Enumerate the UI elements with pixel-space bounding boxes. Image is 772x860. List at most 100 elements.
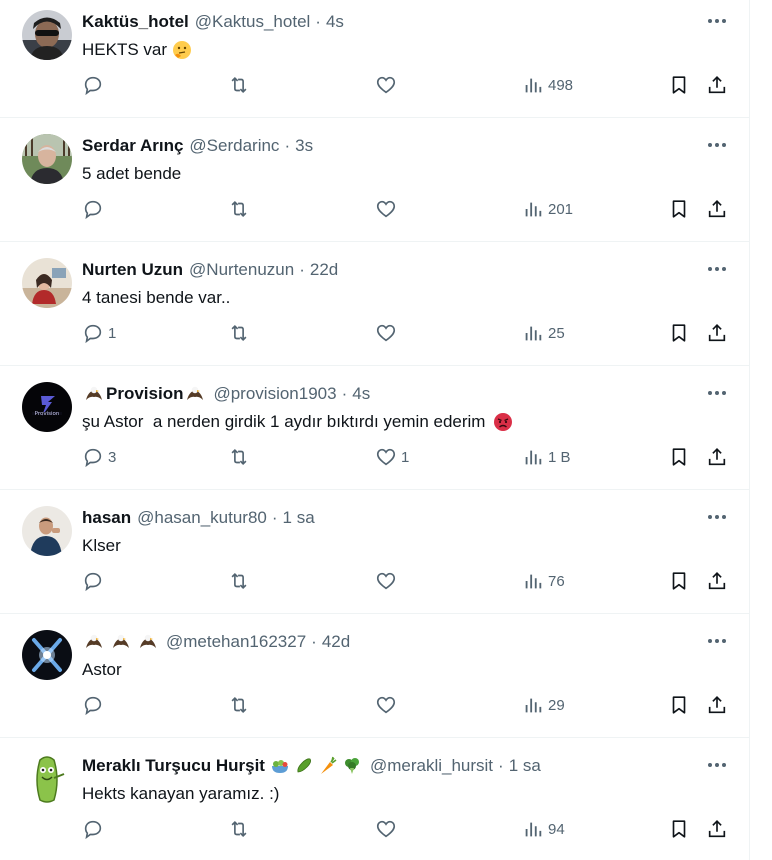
bookmark-icon — [672, 572, 686, 590]
views-icon — [525, 822, 542, 837]
share-button[interactable] — [706, 814, 728, 844]
display-name[interactable]: Meraklı Turşucu Hurşit — [82, 756, 265, 776]
user-handle[interactable]: @provision1903 — [213, 384, 336, 404]
share-button[interactable] — [706, 442, 728, 472]
share-button[interactable] — [706, 690, 728, 720]
bookmark-button[interactable] — [668, 690, 690, 720]
views-button[interactable]: 29 — [522, 690, 565, 720]
bookmark-button[interactable] — [668, 318, 690, 348]
share-button[interactable] — [706, 318, 728, 348]
retweet-button[interactable] — [228, 70, 254, 100]
tweet[interactable]: Nurten Uzun @Nurtenuzun · 22d 4 tanesi b… — [0, 242, 749, 366]
more-icon[interactable] — [704, 259, 730, 279]
retweet-icon — [231, 448, 247, 466]
timestamp[interactable]: 42d — [322, 632, 350, 652]
tweet-text-content: şu Astor a nerden girdik 1 aydır bıktırd… — [82, 412, 486, 431]
like-button[interactable] — [375, 70, 401, 100]
view-count: 1 B — [548, 448, 571, 466]
like-button[interactable] — [375, 318, 401, 348]
bookmark-button[interactable] — [668, 566, 690, 596]
timestamp[interactable]: 3s — [295, 136, 313, 156]
avatar[interactable]: Provision — [22, 382, 72, 432]
tweet[interactable]: @metehan162327 · 42d Astor 29 — [0, 614, 749, 738]
heart-icon — [376, 76, 396, 94]
tweet[interactable]: Provision Provision @provision1903 · 4s … — [0, 366, 749, 490]
eagle-icon — [111, 632, 131, 652]
timestamp[interactable]: 4s — [352, 384, 370, 404]
reply-icon — [84, 696, 102, 716]
views-button[interactable]: 25 — [522, 318, 565, 348]
avatar[interactable] — [22, 10, 72, 60]
tweet[interactable]: Serdar Arınç @Serdarinc · 3s 5 adet bend… — [0, 118, 749, 242]
timestamp[interactable]: 1 sa — [509, 756, 541, 776]
like-button[interactable] — [375, 566, 401, 596]
reply-button[interactable] — [82, 194, 108, 224]
retweet-button[interactable] — [228, 442, 254, 472]
reply-button[interactable] — [82, 690, 108, 720]
bookmark-button[interactable] — [668, 194, 690, 224]
more-icon[interactable] — [704, 631, 730, 651]
bookmark-button[interactable] — [668, 70, 690, 100]
bookmark-button[interactable] — [668, 814, 690, 844]
more-icon[interactable] — [704, 11, 730, 31]
avatar[interactable] — [22, 630, 72, 680]
like-button[interactable] — [375, 690, 401, 720]
share-button[interactable] — [706, 566, 728, 596]
reply-button[interactable] — [82, 814, 108, 844]
tweet-text-content: Hekts kanayan yaramız. :) — [82, 784, 280, 803]
more-icon[interactable] — [704, 507, 730, 527]
reply-button[interactable]: 3 — [82, 442, 116, 472]
tweet-text: 5 adet bende — [82, 163, 181, 185]
more-icon[interactable] — [704, 755, 730, 775]
share-button[interactable] — [706, 194, 728, 224]
like-button[interactable] — [375, 194, 401, 224]
share-button[interactable] — [706, 70, 728, 100]
reply-button[interactable] — [82, 566, 108, 596]
display-name[interactable]: Nurten Uzun — [82, 260, 183, 280]
timestamp[interactable]: 1 sa — [283, 508, 315, 528]
retweet-button[interactable] — [228, 566, 254, 596]
views-icon — [525, 450, 542, 465]
user-handle[interactable]: @merakli_hursit — [370, 756, 493, 776]
retweet-button[interactable] — [228, 814, 254, 844]
reply-icon — [84, 76, 102, 96]
retweet-button[interactable] — [228, 318, 254, 348]
reply-button[interactable]: 1 — [82, 318, 116, 348]
bookmark-icon — [672, 820, 686, 838]
avatar[interactable] — [22, 134, 72, 184]
tweet[interactable]: hasan @hasan_kutur80 · 1 sa Klser 76 — [0, 490, 749, 614]
views-button[interactable]: 498 — [522, 70, 573, 100]
tweet[interactable]: Meraklı Turşucu Hurşit @merakli_hursit ·… — [0, 738, 749, 860]
views-button[interactable]: 201 — [522, 194, 573, 224]
timestamp[interactable]: 4s — [326, 12, 344, 32]
like-button[interactable]: 1 — [375, 442, 409, 472]
avatar[interactable] — [22, 506, 72, 556]
display-name[interactable]: Provision — [106, 384, 183, 404]
tweet[interactable]: Kaktüs_hotel @Kaktus_hotel · 4s HEKTS va… — [0, 0, 749, 118]
user-handle[interactable]: @Kaktus_hotel — [195, 12, 311, 32]
timestamp[interactable]: 22d — [310, 260, 338, 280]
avatar[interactable] — [22, 754, 72, 804]
more-icon[interactable] — [704, 383, 730, 403]
user-handle[interactable]: @hasan_kutur80 — [137, 508, 267, 528]
view-count: 94 — [548, 820, 565, 838]
user-handle[interactable]: @Serdarinc — [189, 136, 279, 156]
retweet-button[interactable] — [228, 690, 254, 720]
more-icon[interactable] — [704, 135, 730, 155]
bookmark-icon — [672, 200, 686, 218]
like-button[interactable] — [375, 814, 401, 844]
reply-feed: Kaktüs_hotel @Kaktus_hotel · 4s HEKTS va… — [0, 0, 750, 860]
display-name[interactable]: hasan — [82, 508, 131, 528]
user-handle[interactable]: @Nurtenuzun — [189, 260, 294, 280]
views-button[interactable]: 76 — [522, 566, 565, 596]
retweet-button[interactable] — [228, 194, 254, 224]
views-button[interactable]: 94 — [522, 814, 565, 844]
avatar[interactable] — [22, 258, 72, 308]
display-name[interactable]: Kaktüs_hotel — [82, 12, 189, 32]
views-button[interactable]: 1 B — [522, 442, 571, 472]
bookmark-button[interactable] — [668, 442, 690, 472]
user-handle[interactable]: @metehan162327 — [166, 632, 306, 652]
display-name[interactable]: Serdar Arınç — [82, 136, 183, 156]
reply-button[interactable] — [82, 70, 108, 100]
retweet-icon — [231, 324, 247, 342]
